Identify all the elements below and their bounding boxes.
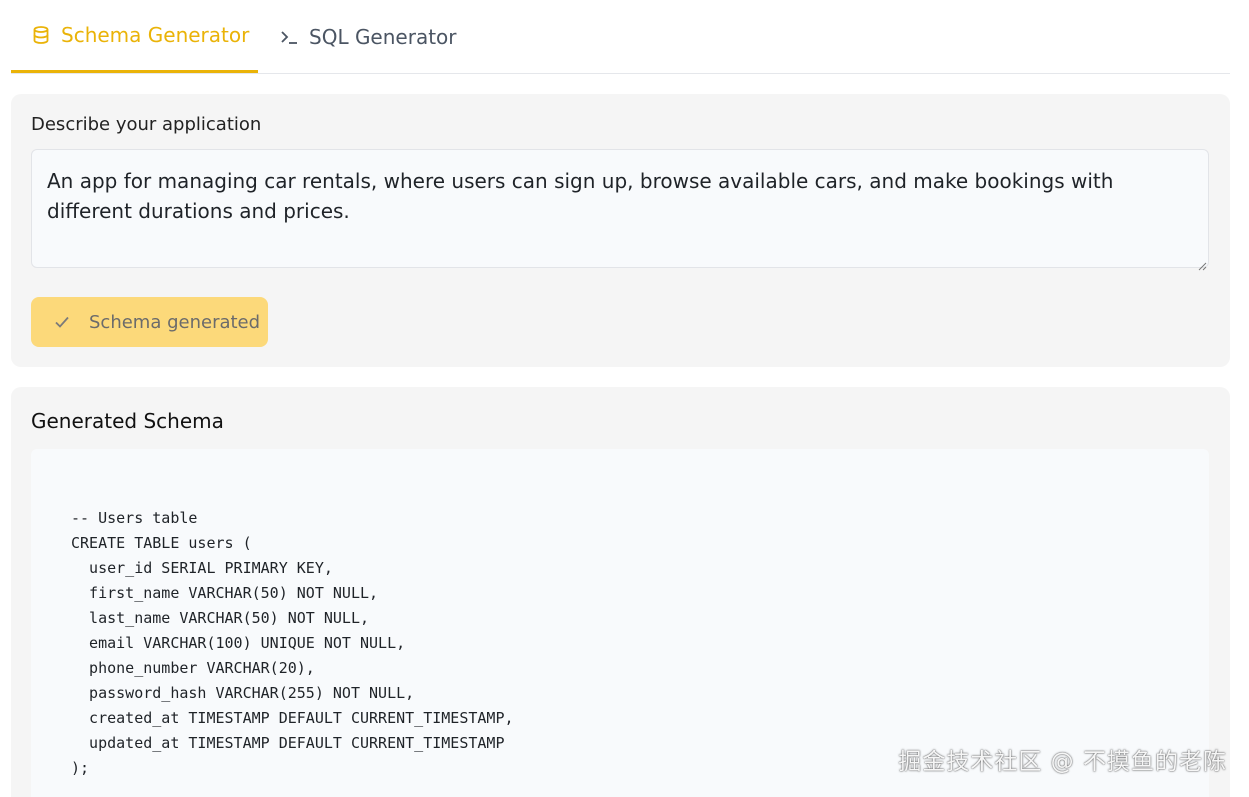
resize-handle-icon[interactable]	[1197, 256, 1207, 271]
code-line: password_hash VARCHAR(255) NOT NULL,	[71, 684, 415, 702]
input-panel: Describe your application Schema generat…	[11, 94, 1230, 367]
code-line: email VARCHAR(100) UNIQUE NOT NULL,	[71, 634, 406, 652]
description-label: Describe your application	[31, 114, 262, 135]
tab-bar: Schema Generator SQL Generator	[11, 0, 1230, 74]
tab-sql-generator[interactable]: SQL Generator	[277, 0, 457, 73]
tab-schema-generator[interactable]: Schema Generator	[11, 0, 258, 73]
app-root: Schema Generator SQL Generator Describe …	[0, 0, 1249, 797]
tab-schema-label: Schema Generator	[61, 23, 250, 47]
database-icon	[31, 25, 51, 45]
watermark: 掘金技术社区 @ 不摸鱼的老陈	[898, 749, 1227, 775]
code-line: -- Users table	[71, 509, 198, 527]
check-icon	[53, 313, 71, 331]
generated-schema-title: Generated Schema	[31, 409, 224, 433]
button-label: Schema generated	[89, 311, 261, 333]
code-line: user_id SERIAL PRIMARY KEY,	[71, 559, 333, 577]
app-description-input[interactable]	[31, 149, 1209, 268]
code-line: created_at TIMESTAMP DEFAULT CURRENT_TIM…	[71, 709, 514, 727]
code-line: last_name VARCHAR(50) NOT NULL,	[71, 609, 370, 627]
code-line: first_name VARCHAR(50) NOT NULL,	[71, 584, 379, 602]
tab-sql-label: SQL Generator	[309, 24, 457, 49]
schema-generated-button[interactable]: Schema generated	[31, 297, 268, 347]
code-line: CREATE TABLE users (	[71, 534, 252, 552]
output-panel: Generated Schema -- Users table CREATE T…	[11, 387, 1230, 797]
code-line: phone_number VARCHAR(20),	[71, 659, 315, 677]
terminal-icon	[279, 27, 299, 47]
